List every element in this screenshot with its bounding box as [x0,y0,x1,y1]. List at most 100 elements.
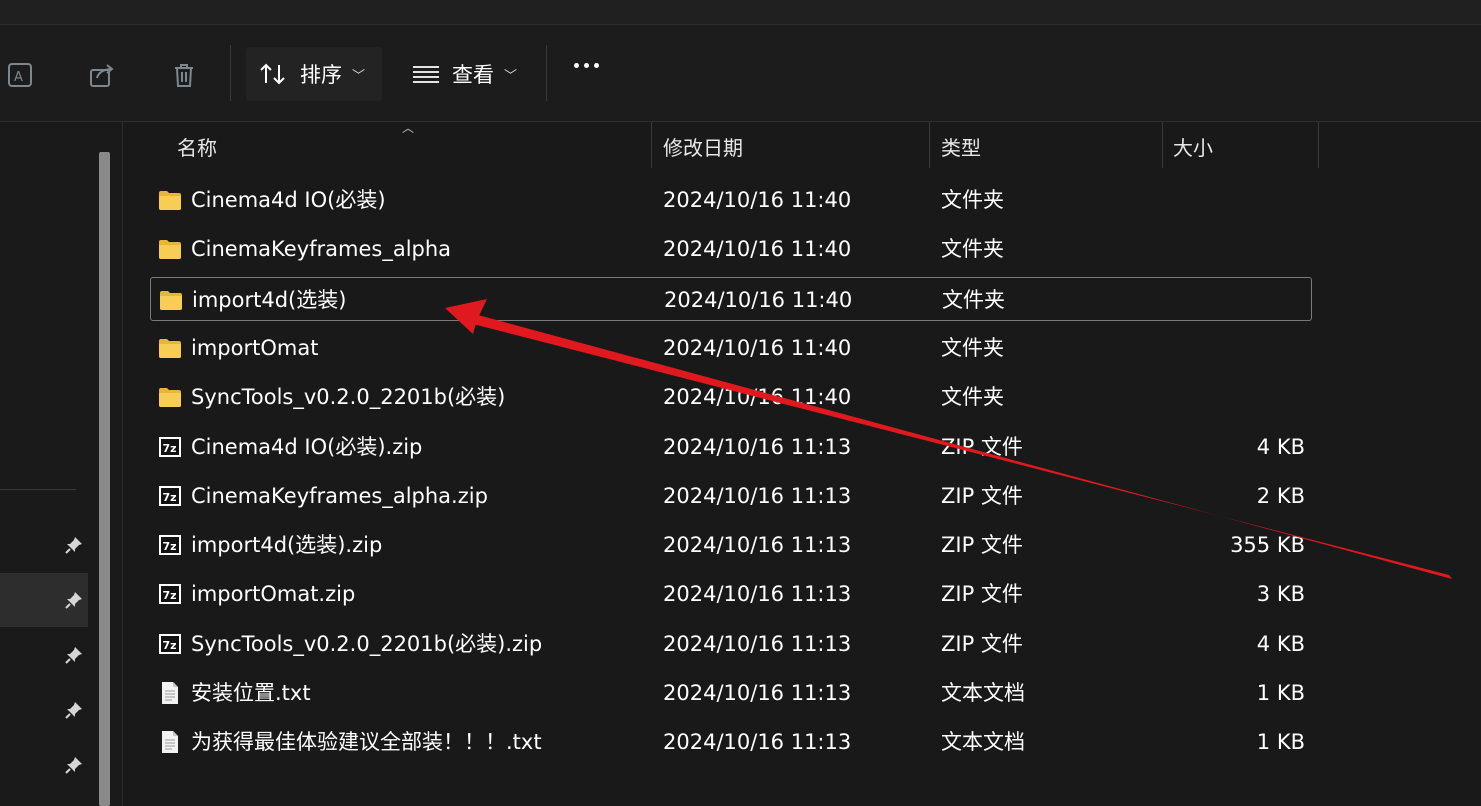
file-name: import4d(选装) [192,288,347,312]
file-row[interactable]: import4d(选装) 2024/10/16 11:40 文件夹 [150,277,1312,321]
7z-archive-icon: 7z [159,584,181,604]
folder-icon [159,388,181,407]
file-type: ZIP 文件 [941,582,1023,606]
folder-icon [159,240,181,259]
file-name: importOmat.zip [191,582,356,606]
share-icon[interactable] [82,55,122,95]
file-name: 安装位置.txt [191,681,311,705]
sidebar-divider [0,489,76,490]
folder-icon [159,339,181,358]
file-row[interactable]: CinemaKeyframes_alpha 2024/10/16 11:40 文件夹 [150,227,1312,271]
view-label: 查看 [452,63,494,87]
sidebar-scrollbar[interactable] [99,152,110,806]
file-size: 3 KB [1256,582,1305,606]
file-size: 1 KB [1256,730,1305,754]
svg-text:A: A [14,70,23,85]
svg-text:7z: 7z [163,442,177,455]
svg-text:7z: 7z [163,540,177,553]
file-date: 2024/10/16 11:40 [663,237,852,261]
sort-button[interactable]: 排序 ﹀ [246,47,382,101]
svg-text:7z: 7z [163,491,177,504]
sort-label: 排序 [300,63,342,87]
file-row[interactable]: 7z import4d(选装).zip 2024/10/16 11:13 ZIP 文件… [150,523,1312,567]
toolbar-separator [230,45,231,101]
file-type: ZIP 文件 [941,533,1023,557]
delete-icon[interactable] [164,55,204,95]
file-row[interactable]: 7z Cinema4d IO(必装).zip 2024/10/16 11:13 ZIP… [150,425,1312,469]
pin-icon[interactable] [64,645,84,665]
column-header-size[interactable]: 大小 [1173,132,1213,161]
column-divider[interactable] [929,122,930,168]
folder-icon [160,291,182,310]
title-bar-strip [0,0,1481,25]
file-row[interactable]: 为获得最佳体验建议全部装！！！.txt 2024/10/16 11:13 文本文档 1… [150,720,1312,764]
file-date: 2024/10/16 11:40 [664,288,853,312]
file-size: 4 KB [1256,435,1305,459]
toolbar-separator [546,45,547,101]
file-name: SyncTools_v0.2.0_2201b(必装).zip [191,632,543,656]
file-size: 2 KB [1256,484,1305,508]
file-type: 文件夹 [941,385,1004,409]
file-row[interactable]: 安装位置.txt 2024/10/16 11:13 文本文档 1 KB [150,671,1312,715]
file-date: 2024/10/16 11:13 [663,681,852,705]
file-date: 2024/10/16 11:13 [663,730,852,754]
file-size: 1 KB [1256,681,1305,705]
7z-archive-icon: 7z [159,486,181,506]
file-date: 2024/10/16 11:40 [663,385,852,409]
column-divider[interactable] [1318,122,1319,168]
file-size: 355 KB [1230,533,1305,557]
translate-icon[interactable]: A [0,55,40,95]
sort-icon [258,61,288,87]
view-button[interactable]: 查看 ﹀ [412,47,517,101]
column-header-name[interactable]: 名称 [177,132,217,161]
sort-ascending-icon: ︿ [402,121,415,135]
file-row[interactable]: 7z SyncTools_v0.2.0_2201b(必装).zip 2024/10/… [150,622,1312,666]
file-row[interactable]: 7z CinemaKeyframes_alpha.zip 2024/10/16 11… [150,474,1312,518]
column-header-type[interactable]: 类型 [941,132,981,161]
file-date: 2024/10/16 11:13 [663,435,852,459]
file-name: SyncTools_v0.2.0_2201b(必装) [191,385,506,409]
column-divider[interactable] [651,122,652,168]
file-size: 4 KB [1256,632,1305,656]
pin-icon[interactable] [64,590,84,610]
more-icon[interactable] [574,63,599,68]
chevron-down-icon: ﹀ [352,68,366,84]
text-document-icon [162,731,178,753]
7z-archive-icon: 7z [159,535,181,555]
column-divider[interactable] [1162,122,1163,168]
command-bar: A 排序 ﹀ 查看 ﹀ [0,25,1481,122]
file-type: 文件夹 [941,336,1004,360]
pin-icon[interactable] [64,535,84,555]
pin-icon[interactable] [64,700,84,720]
file-date: 2024/10/16 11:40 [663,336,852,360]
file-date: 2024/10/16 11:40 [663,188,852,212]
file-name: CinemaKeyframes_alpha.zip [191,484,488,508]
file-name: Cinema4d IO(必装).zip [191,435,423,459]
column-header-date[interactable]: 修改日期 [663,132,743,161]
file-type: ZIP 文件 [941,632,1023,656]
file-type: 文件夹 [941,237,1004,261]
file-name: CinemaKeyframes_alpha [191,237,452,261]
file-name: importOmat [191,336,319,360]
file-date: 2024/10/16 11:13 [663,632,852,656]
file-date: 2024/10/16 11:13 [663,484,852,508]
file-type: 文本文档 [941,681,1025,705]
folder-icon [159,191,181,210]
file-name: Cinema4d IO(必装) [191,188,386,212]
file-date: 2024/10/16 11:13 [663,533,852,557]
file-date: 2024/10/16 11:13 [663,582,852,606]
text-document-icon [162,682,178,704]
file-row[interactable]: SyncTools_v0.2.0_2201b(必装) 2024/10/16 11:… [150,375,1312,419]
file-row[interactable]: Cinema4d IO(必装) 2024/10/16 11:40 文件夹 [150,178,1312,222]
file-row[interactable]: importOmat 2024/10/16 11:40 文件夹 [150,326,1312,370]
chevron-down-icon: ﹀ [504,68,518,84]
file-row[interactable]: 7z importOmat.zip 2024/10/16 11:13 ZIP 文件 3 … [150,572,1312,616]
file-type: ZIP 文件 [941,484,1023,508]
svg-text:7z: 7z [163,589,177,602]
svg-text:7z: 7z [163,639,177,652]
file-type: ZIP 文件 [941,435,1023,459]
file-type: 文件夹 [941,188,1004,212]
file-type: 文件夹 [942,288,1005,312]
file-name: 为获得最佳体验建议全部装！！！.txt [191,730,542,754]
pin-icon[interactable] [64,755,84,775]
